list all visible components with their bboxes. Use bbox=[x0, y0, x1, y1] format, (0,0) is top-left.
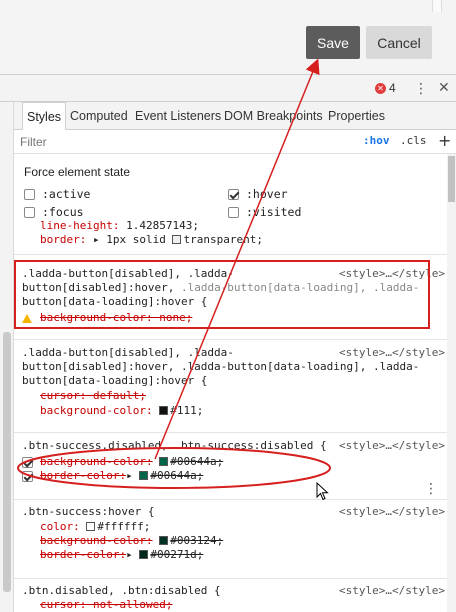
checkbox-active[interactable] bbox=[24, 189, 35, 200]
force-state-title: Force element state bbox=[24, 165, 131, 179]
rule2-selector-line1[interactable]: .ladda-button[disabled], .ladda- bbox=[22, 346, 234, 360]
rule-kebab-icon[interactable]: ⋮ bbox=[424, 481, 438, 497]
rule-divider bbox=[14, 339, 447, 340]
checkbox-hover[interactable] bbox=[228, 189, 239, 200]
error-icon[interactable]: ✕ bbox=[375, 83, 386, 94]
hov-toggle[interactable]: :hov bbox=[363, 134, 390, 147]
state-label-focus: :focus bbox=[42, 205, 84, 219]
color-swatch-00644a[interactable] bbox=[159, 457, 169, 466]
rule2-selector-line2[interactable]: button[disabled]:hover, .ladda-button[da… bbox=[22, 360, 419, 374]
rule-divider bbox=[14, 499, 447, 500]
rule2-source-link[interactable]: <style>…</style> bbox=[339, 346, 445, 360]
rule3-selector[interactable]: .btn-success.disabled, .btn-success:disa… bbox=[22, 439, 327, 453]
add-rule-button[interactable]: + bbox=[438, 131, 451, 150]
state-label-hover: :hover bbox=[246, 187, 288, 201]
color-swatch-transparent[interactable] bbox=[172, 235, 182, 244]
state-label-visited: :visited bbox=[246, 205, 302, 219]
color-swatch-00271d[interactable] bbox=[139, 550, 149, 559]
devtools-tabs: Styles Computed Event Listeners DOM Brea… bbox=[14, 102, 456, 130]
save-button[interactable]: Save bbox=[306, 26, 360, 59]
color-swatch-ffffff[interactable] bbox=[86, 522, 96, 531]
rule3-decl1-checkbox[interactable] bbox=[22, 457, 33, 468]
kebab-menu-icon[interactable]: ⋮ bbox=[414, 81, 428, 97]
error-count[interactable]: 4 bbox=[389, 81, 396, 95]
color-swatch-003124[interactable] bbox=[159, 536, 169, 545]
checkbox-focus[interactable] bbox=[24, 207, 35, 218]
rule4-source-link[interactable]: <style>…</style> bbox=[339, 505, 445, 519]
rule3-decl2-checkbox[interactable] bbox=[22, 471, 33, 482]
tab-event-listeners[interactable]: Event Listeners bbox=[131, 102, 225, 130]
filter-bar: :hov .cls + bbox=[14, 130, 456, 154]
rule-divider bbox=[14, 432, 447, 433]
rule5-source-link[interactable]: <style>…</style> bbox=[339, 584, 445, 598]
rule5-selector[interactable]: .btn.disabled, .btn:disabled { bbox=[22, 584, 221, 598]
rule0-border[interactable]: border: ▸ 1px solid transparent; bbox=[40, 233, 263, 247]
color-swatch-111[interactable] bbox=[159, 406, 169, 415]
rule3-decl-background[interactable]: background-color: #00644a; bbox=[40, 455, 223, 469]
page-top-area: Save Cancel bbox=[0, 0, 456, 74]
left-gutter bbox=[0, 102, 14, 612]
rule4-decl-background[interactable]: background-color: #003124; bbox=[40, 534, 223, 548]
rule-divider bbox=[14, 254, 447, 255]
rule2-decl-cursor[interactable]: cursor: default; bbox=[40, 389, 146, 403]
close-icon[interactable]: ✕ bbox=[438, 80, 450, 96]
rule0-line-height[interactable]: line-height: 1.42857143; bbox=[40, 219, 199, 233]
gutter-scrollbar[interactable] bbox=[3, 332, 11, 592]
styles-scrollbar[interactable] bbox=[447, 154, 456, 612]
rule2-selector-line3[interactable]: button[data-loading]:hover { bbox=[22, 374, 207, 388]
annotation-rectangle bbox=[14, 260, 430, 329]
page-scroll-strip bbox=[432, 0, 442, 12]
rule2-decl-background[interactable]: background-color: #111; bbox=[40, 404, 203, 418]
tab-styles[interactable]: Styles bbox=[22, 102, 67, 130]
filter-input[interactable] bbox=[20, 133, 320, 151]
rule4-decl-color[interactable]: color: #ffffff; bbox=[40, 520, 150, 534]
tab-dom-breakpoints[interactable]: DOM Breakpoints bbox=[220, 102, 327, 130]
rule4-selector[interactable]: .btn-success:hover { bbox=[22, 505, 154, 519]
rule4-decl-border[interactable]: border-color:▸ #00271d; bbox=[40, 548, 203, 562]
mouse-cursor-icon bbox=[316, 482, 329, 501]
rule3-source-link[interactable]: <style>…</style> bbox=[339, 439, 445, 453]
tab-properties[interactable]: Properties bbox=[324, 102, 389, 130]
rule-divider bbox=[14, 578, 447, 579]
state-label-active: :active bbox=[42, 187, 91, 201]
color-swatch-00644a[interactable] bbox=[139, 471, 149, 480]
devtools-top-bar: ✕ 4 ⋮ ✕ bbox=[0, 74, 456, 102]
scrollbar-thumb[interactable] bbox=[448, 156, 455, 202]
cancel-button[interactable]: Cancel bbox=[366, 26, 432, 59]
cls-toggle[interactable]: .cls bbox=[400, 134, 427, 147]
rule3-decl-border[interactable]: border-color:▸ #00644a; bbox=[40, 469, 203, 483]
checkbox-visited[interactable] bbox=[228, 207, 239, 218]
rule5-decl-cursor[interactable]: cursor: not-allowed; bbox=[40, 598, 172, 612]
tab-computed[interactable]: Computed bbox=[66, 102, 132, 130]
